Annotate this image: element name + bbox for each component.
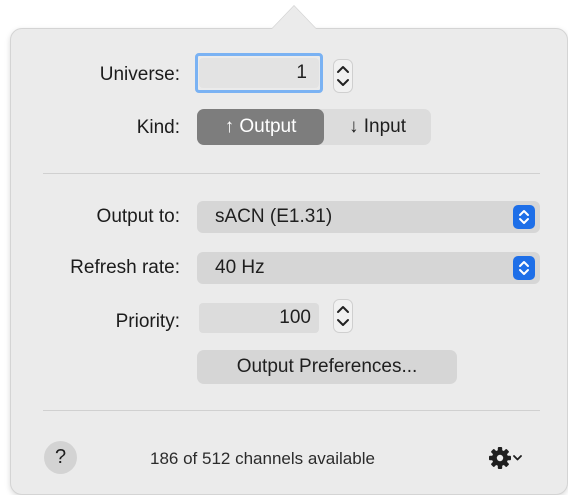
question-mark-icon: ? <box>54 446 67 468</box>
output-preferences-button[interactable]: Output Preferences... <box>197 350 457 384</box>
kind-segmented-control: ↑ Output ↓ Input <box>197 109 431 145</box>
refresh-rate-popup[interactable]: 40 Hz <box>197 252 540 284</box>
gear-menu-button[interactable] <box>488 443 522 478</box>
stepper-icon <box>333 59 353 93</box>
popup-chevrons-icon <box>513 205 535 229</box>
priority-field[interactable]: 100 <box>199 303 319 333</box>
output-to-popup[interactable]: sACN (E1.31) <box>197 201 540 233</box>
kind-label: Kind: <box>136 117 180 138</box>
channels-status: 186 of 512 channels available <box>150 449 375 468</box>
universe-label: Universe: <box>99 64 180 85</box>
popup-chevrons-icon <box>513 256 535 280</box>
footer-divider <box>43 410 540 411</box>
gear-icon <box>489 447 522 469</box>
section-divider <box>43 173 540 174</box>
stepper-icon <box>333 299 353 333</box>
priority-label: Priority: <box>115 311 180 332</box>
popover-arrow <box>272 6 316 29</box>
output-to-label: Output to: <box>96 206 180 227</box>
refresh-rate-label: Refresh rate: <box>70 257 180 278</box>
universe-field[interactable]: 1 <box>199 58 319 88</box>
kind-output-segment[interactable]: ↑ Output <box>197 109 324 145</box>
refresh-rate-value: 40 Hz <box>215 257 265 278</box>
output-to-value: sACN (E1.31) <box>215 206 333 227</box>
universe-stepper[interactable] <box>333 59 353 93</box>
help-button[interactable]: ? <box>44 441 77 474</box>
priority-stepper[interactable] <box>333 299 353 333</box>
kind-input-segment[interactable]: ↓ Input <box>324 109 431 145</box>
